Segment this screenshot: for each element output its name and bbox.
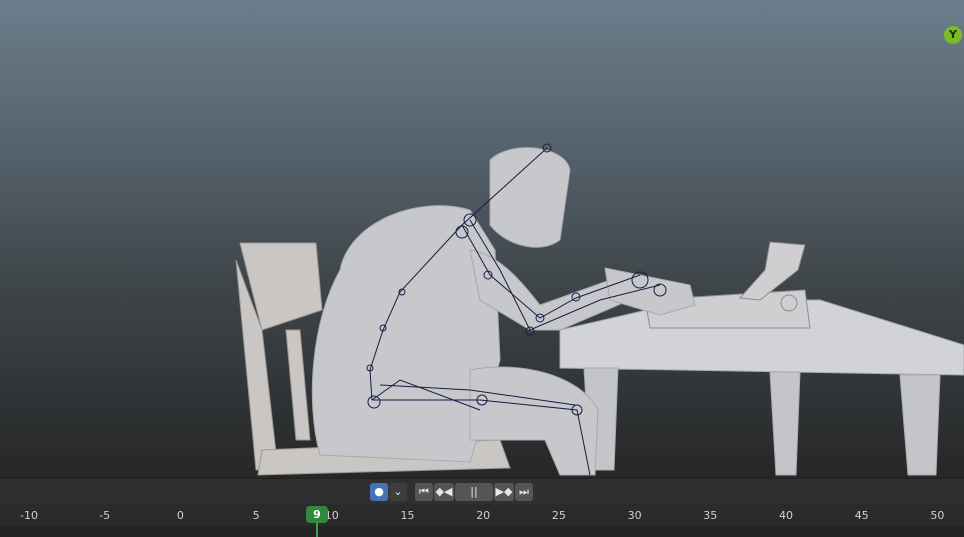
frame-tick-label: -10 — [20, 509, 38, 522]
frame-tick-label: 45 — [854, 509, 869, 522]
frame-tick-label: 50 — [930, 509, 945, 522]
playhead-line — [316, 523, 318, 537]
playback-bar: ● ⌄ ⏮ ◆◀ || ▶◆ ⏭ — [0, 478, 964, 504]
timeline-track[interactable] — [0, 526, 964, 537]
frame-tick-label: 30 — [627, 509, 642, 522]
frame-tick-label: 5 — [252, 509, 260, 522]
play-pause-button[interactable]: || — [455, 483, 493, 501]
frame-tick-label: 20 — [476, 509, 491, 522]
frame-tick-label: 35 — [703, 509, 718, 522]
record-options-dropdown[interactable]: ⌄ — [389, 483, 407, 501]
frame-tick-label: 15 — [400, 509, 415, 522]
frame-tick-label: -5 — [99, 509, 111, 522]
axis-y-gizmo[interactable]: Y — [944, 26, 962, 44]
scene-render — [235, 143, 964, 476]
frame-tick-label: 0 — [176, 509, 184, 522]
jump-to-end-button[interactable]: ⏭ — [515, 483, 533, 501]
record-button[interactable]: ● — [370, 483, 388, 501]
jump-to-start-button[interactable]: ⏮ — [415, 483, 433, 501]
frame-tick-label: 40 — [779, 509, 793, 522]
character-body — [311, 147, 696, 476]
timeline-scrubber[interactable]: -10 -5 0 5 10 15 20 25 30 35 40 45 50 9 — [0, 504, 964, 537]
frame-tick-label: 25 — [551, 509, 566, 522]
prev-keyframe-button[interactable]: ◆◀ — [434, 483, 454, 501]
3d-viewport[interactable]: Y — [0, 0, 964, 478]
next-keyframe-button[interactable]: ▶◆ — [494, 483, 514, 501]
current-frame-indicator[interactable]: 9 — [306, 506, 328, 523]
